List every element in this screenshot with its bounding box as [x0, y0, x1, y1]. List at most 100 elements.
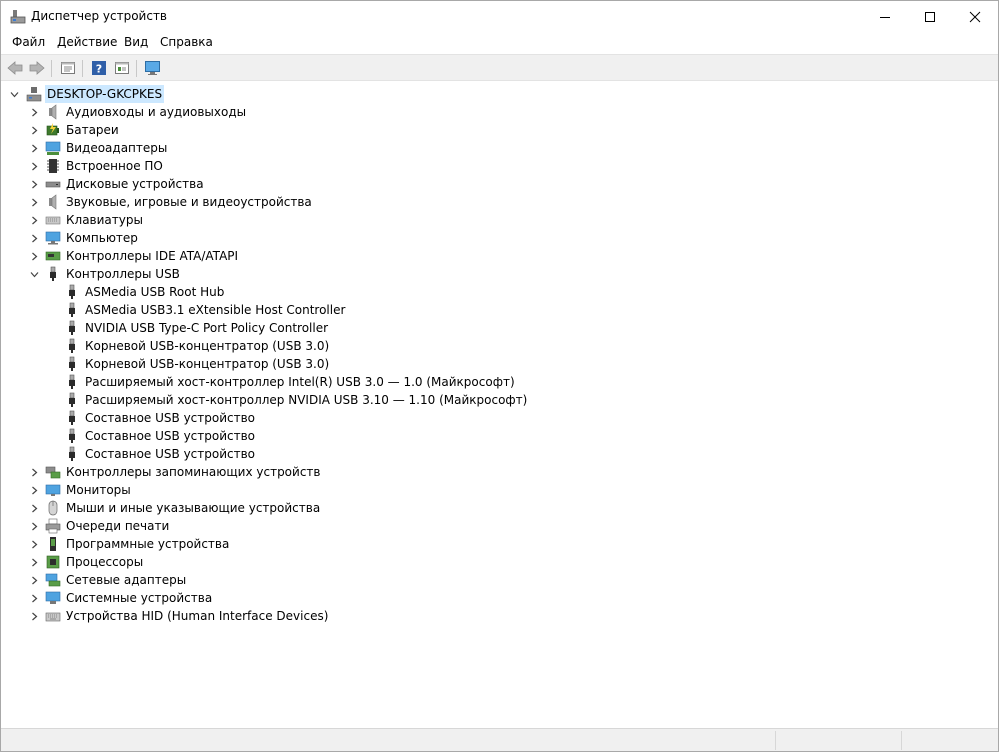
chevron-right-icon[interactable] [29, 517, 39, 535]
tree-category-node[interactable]: Видеоадаптеры [1, 139, 601, 157]
properties-button[interactable] [58, 58, 78, 78]
chevron-right-icon[interactable] [29, 607, 39, 625]
tree-category-node[interactable]: Программные устройства [1, 535, 601, 553]
tree-category-node[interactable]: Устройства HID (Human Interface Devices) [1, 607, 601, 625]
usb-plug-icon [69, 356, 75, 371]
speaker-icon [49, 194, 57, 210]
menu-view[interactable]: Вид [122, 35, 150, 49]
tree-item-label: Очереди печати [66, 519, 170, 533]
tree-category-node[interactable]: Мыши и иные указывающие устройства [1, 499, 601, 517]
tree-item-label: Звуковые, игровые и видеоустройства [66, 195, 312, 209]
tree-item-label: Расширяемый хост-контроллер NVIDIA USB 3… [85, 393, 528, 407]
forward-button[interactable] [27, 58, 47, 78]
tree-category-node[interactable]: Батареи [1, 121, 601, 139]
ide-controller-icon [45, 251, 61, 261]
tree-device-node[interactable]: Составное USB устройство [1, 427, 701, 445]
tree-device-node[interactable]: NVIDIA USB Type-C Port Policy Controller [1, 319, 701, 337]
tree-item-label: Сетевые адаптеры [66, 573, 187, 587]
chevron-right-icon[interactable] [29, 193, 39, 211]
toolbar-separator [51, 60, 52, 77]
tree-device-node[interactable]: Составное USB устройство [1, 409, 701, 427]
chevron-right-icon[interactable] [29, 247, 39, 265]
chevron-right-icon[interactable] [29, 589, 39, 607]
menu-file[interactable]: Файл [10, 35, 47, 49]
tree-root-node[interactable]: DESKTOP-GKCPKES [1, 85, 601, 103]
tree-category-node[interactable]: Звуковые, игровые и видеоустройства [1, 193, 601, 211]
chevron-right-icon[interactable] [29, 229, 39, 247]
tree-item-label: Аудиовходы и аудиовыходы [66, 105, 247, 119]
menu-help[interactable]: Справка [158, 35, 215, 49]
chevron-right-icon[interactable] [29, 157, 39, 175]
tree-device-node[interactable]: Составное USB устройство [1, 445, 701, 463]
chevron-right-icon[interactable] [29, 553, 39, 571]
chevron-right-icon[interactable] [29, 571, 39, 589]
network-adapter-icon [45, 573, 61, 587]
chevron-right-icon[interactable] [29, 175, 39, 193]
back-button[interactable] [5, 58, 25, 78]
tree-category-node[interactable]: Компьютер [1, 229, 601, 247]
chevron-right-icon[interactable] [29, 499, 39, 517]
monitor-scan-icon [145, 61, 160, 75]
chevron-right-icon[interactable] [29, 211, 39, 229]
tree-category-node[interactable]: Мониторы [1, 481, 601, 499]
usb-plug-icon [69, 338, 75, 353]
menu-action[interactable]: Действие [55, 35, 119, 49]
disk-drive-icon [45, 181, 61, 188]
tree-category-node[interactable]: Системные устройства [1, 589, 601, 607]
tree-category-node[interactable]: Встроенное ПО [1, 157, 601, 175]
tree-category-node[interactable]: Аудиовходы и аудиовыходы [1, 103, 601, 121]
chevron-down-icon[interactable] [29, 265, 39, 283]
storage-controller-icon [45, 466, 61, 479]
tree-category-node[interactable]: Контроллеры USB [1, 265, 601, 283]
firmware-chip-icon [47, 159, 59, 173]
hid-icon [45, 612, 61, 622]
tree-item-label: Видеоадаптеры [66, 141, 168, 155]
properties-icon [61, 62, 75, 74]
tree-device-node[interactable]: ASMedia USB3.1 eXtensible Host Controlle… [1, 301, 701, 319]
tree-category-node[interactable]: Очереди печати [1, 517, 601, 535]
tree-device-node[interactable]: Корневой USB-концентратор (USB 3.0) [1, 337, 701, 355]
tree-item-label: Корневой USB-концентратор (USB 3.0) [85, 339, 330, 353]
show-hidden-button[interactable] [112, 58, 132, 78]
close-button[interactable] [952, 1, 998, 32]
usb-plug-icon [69, 302, 75, 317]
tree-device-node[interactable]: ASMedia USB Root Hub [1, 283, 701, 301]
tree-category-node[interactable]: Процессоры [1, 553, 601, 571]
title-bar[interactable]: Диспетчер устройств [1, 1, 998, 32]
chevron-down-icon[interactable] [9, 85, 19, 103]
toolbar-separator [82, 60, 83, 77]
chevron-right-icon[interactable] [29, 535, 39, 553]
tree-category-node[interactable]: Контроллеры IDE ATA/ATAPI [1, 247, 601, 265]
usb-plug-icon [69, 284, 75, 299]
tree-item-label: Мыши и иные указывающие устройства [66, 501, 321, 515]
tree-item-label: DESKTOP-GKCPKES [45, 85, 165, 103]
maximize-button[interactable] [907, 1, 953, 32]
device-manager-icon [10, 10, 26, 24]
tree-category-node[interactable]: Контроллеры запоминающих устройств [1, 463, 601, 481]
minimize-button[interactable] [862, 1, 908, 32]
device-manager-window: Диспетчер устройств Файл Действие Вид Сп… [0, 0, 999, 752]
tree-category-node[interactable]: Клавиатуры [1, 211, 601, 229]
tree-item-label: Батареи [66, 123, 119, 137]
chevron-right-icon[interactable] [29, 463, 39, 481]
chevron-right-icon[interactable] [29, 481, 39, 499]
tree-item-label: NVIDIA USB Type-C Port Policy Controller [85, 321, 329, 335]
show-hidden-icon [115, 62, 129, 74]
chevron-right-icon[interactable] [29, 139, 39, 157]
chevron-right-icon[interactable] [29, 103, 39, 121]
chevron-right-icon[interactable] [29, 121, 39, 139]
svg-text:?: ? [96, 63, 102, 76]
tree-item-label: Процессоры [66, 555, 144, 569]
tree-device-node[interactable]: Расширяемый хост-контроллер NVIDIA USB 3… [1, 391, 701, 409]
maximize-icon [925, 11, 935, 22]
software-device-icon [50, 537, 56, 551]
tree-device-node[interactable]: Корневой USB-концентратор (USB 3.0) [1, 355, 701, 373]
tree-category-node[interactable]: Сетевые адаптеры [1, 571, 601, 589]
help-button[interactable]: ? [89, 58, 109, 78]
tree-category-node[interactable]: Дисковые устройства [1, 175, 601, 193]
tree-item-label: Составное USB устройство [85, 447, 256, 461]
tree-item-label: Корневой USB-концентратор (USB 3.0) [85, 357, 330, 371]
computer-root-icon [26, 87, 42, 102]
scan-hardware-button[interactable] [143, 58, 163, 78]
tree-device-node[interactable]: Расширяемый хост-контроллер Intel(R) USB… [1, 373, 701, 391]
